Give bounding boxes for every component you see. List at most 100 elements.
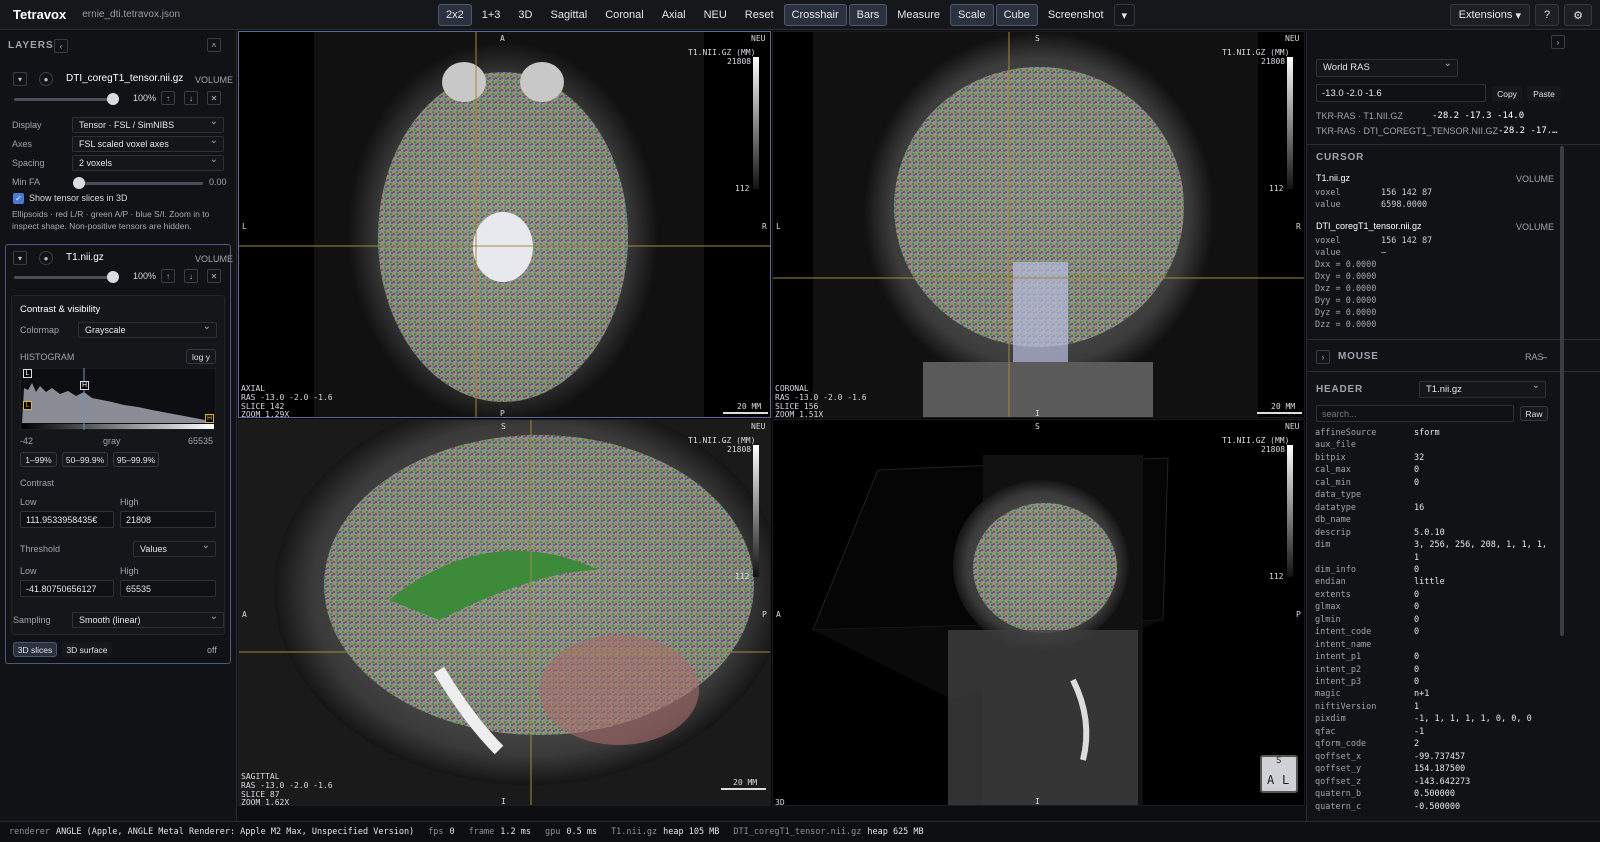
3d-render <box>812 455 1169 805</box>
tensor-dxy: Dxy = 0.0000 <box>1315 272 1377 282</box>
checkbox-icon[interactable]: ✓ <box>13 193 24 204</box>
scale-bar <box>721 788 766 790</box>
paste-button[interactable]: Paste <box>1527 86 1561 101</box>
cursor-layer-2: DTI_coregT1_tensor.nii.gz <box>1316 221 1422 231</box>
spacing-select[interactable]: 2 voxels <box>72 154 224 171</box>
low-handle[interactable]: L <box>23 369 32 378</box>
log-y-toggle[interactable]: log y <box>186 349 216 364</box>
header-key: niftiVersion <box>1315 701 1377 712</box>
slider-knob[interactable] <box>73 177 85 189</box>
reset-button[interactable]: Reset <box>737 4 782 26</box>
chevron-up-icon[interactable]: ˄ <box>207 38 221 52</box>
crosshair-toggle[interactable]: Crosshair <box>783 4 847 26</box>
threshold-low-handle[interactable]: L <box>23 401 32 410</box>
coronal-button[interactable]: Coronal <box>597 4 652 26</box>
bars-toggle[interactable]: Bars <box>848 4 888 26</box>
axial-button[interactable]: Axial <box>654 4 694 26</box>
close-icon[interactable]: ✕ <box>207 91 221 105</box>
contrast-low-input[interactable]: 111.9533958435€ <box>20 511 114 528</box>
contrast-high-input[interactable]: 21808 <box>120 511 216 528</box>
colormap-select[interactable]: Grayscale <box>78 321 217 338</box>
gear-icon[interactable]: ⚙ <box>1564 4 1592 26</box>
layout-1plus3-button[interactable]: 1+3 <box>474 4 509 26</box>
header-value: n+1 <box>1414 689 1430 700</box>
chevron-down-icon[interactable]: ▾ <box>1113 4 1136 26</box>
header-key: affineSource <box>1315 428 1377 438</box>
extensions-menu[interactable]: Extensions ▾ <box>1449 4 1530 26</box>
frame-value: 1.2 ms <box>500 827 531 837</box>
scale-toggle[interactable]: Scale <box>950 4 994 26</box>
slider-knob[interactable] <box>107 271 119 283</box>
collapse-right-icon[interactable]: › <box>1551 35 1565 49</box>
scrollbar[interactable] <box>1560 146 1564 636</box>
raw-toggle[interactable]: Raw <box>1520 406 1548 421</box>
voxel-value: 156 142 87 <box>1381 188 1433 198</box>
threshold-high-handle[interactable]: H <box>205 414 214 423</box>
scale-bar-label: 20 MM <box>737 402 762 411</box>
expand-mouse-icon[interactable]: › <box>1316 350 1330 364</box>
visibility-icon[interactable]: ● <box>39 251 53 265</box>
move-up-icon[interactable]: ↑ <box>161 91 175 105</box>
neu-button[interactable]: NEU <box>696 4 735 26</box>
display-select[interactable]: Tensor · FSL / SimNIBS <box>72 116 224 133</box>
header-value: 0 <box>1414 677 1420 687</box>
minfa-slider[interactable] <box>73 177 203 189</box>
expand-layer-icon[interactable]: ▾ <box>13 72 27 86</box>
sampling-label: Sampling <box>13 615 51 625</box>
frame-label: frame <box>468 827 495 837</box>
orient-bottom: I <box>1035 797 1040 806</box>
orientation-cube-icon[interactable]: S A L <box>1260 755 1298 793</box>
orient-top: S <box>1035 422 1040 431</box>
screenshot-button[interactable]: Screenshot <box>1040 4 1112 26</box>
move-down-icon[interactable]: ↓ <box>184 269 198 283</box>
layout-3d-button[interactable]: 3D <box>510 4 540 26</box>
sampling-select[interactable]: Smooth (linear) <box>72 611 224 628</box>
visibility-icon[interactable]: ● <box>39 72 53 86</box>
divider <box>1307 144 1600 145</box>
coronal-image <box>773 32 1304 417</box>
expand-layer-icon[interactable]: ▾ <box>13 251 27 265</box>
move-down-icon[interactable]: ↓ <box>184 91 198 105</box>
header-value: 32 <box>1414 452 1425 463</box>
axial-view[interactable]: A P L R NEU T1.NII.GZ (MM) 21808 112 AXI… <box>238 31 771 418</box>
3d-view[interactable]: S I A P NEU T1.NII.GZ (MM) 21808 112 3D … <box>772 419 1305 806</box>
opacity-slider[interactable] <box>14 271 119 283</box>
mid-handle[interactable]: H <box>80 381 89 390</box>
header-file-select[interactable]: T1.nii.gz <box>1419 380 1546 398</box>
hist-colormap: gray <box>103 436 121 446</box>
colormap-label: Colormap <box>20 325 60 335</box>
layer-type: VOLUME <box>195 254 234 264</box>
move-up-icon[interactable]: ↑ <box>161 269 175 283</box>
threshold-low-input[interactable]: -41.80750656127 <box>20 580 114 597</box>
sagittal-button[interactable]: Sagittal <box>542 4 595 26</box>
file-name: ernie_dti.tetravox.json <box>82 9 181 20</box>
copy-button[interactable]: Copy <box>1492 86 1522 101</box>
histogram-plot[interactable] <box>20 368 216 430</box>
sagittal-view[interactable]: S I A P NEU T1.NII.GZ (MM) 21808 112 SAG… <box>238 419 771 806</box>
coronal-view[interactable]: S I L R NEU T1.NII.GZ (MM) 21808 112 COR… <box>772 31 1305 418</box>
header-search-input[interactable]: search... <box>1316 405 1514 422</box>
help-button[interactable]: ? <box>1535 4 1560 26</box>
slider-knob[interactable] <box>107 93 119 105</box>
preset-95-999[interactable]: 95–99.9% <box>113 452 159 467</box>
3d-slices-toggle[interactable]: 3D slices <box>13 642 57 657</box>
measure-button[interactable]: Measure <box>889 4 948 26</box>
fps-label: fps <box>428 827 444 837</box>
preset-1-99[interactable]: 1–99% <box>20 452 57 467</box>
axes-select[interactable]: FSL scaled voxel axes <box>72 135 224 152</box>
opacity-slider[interactable] <box>14 93 119 105</box>
heap1-file: T1.nii.gz <box>611 827 658 837</box>
threshold-mode-select[interactable]: Values <box>133 540 216 557</box>
header-key: cal_max <box>1315 465 1351 476</box>
3d-surface-toggle[interactable]: 3D surface <box>62 642 112 657</box>
close-icon[interactable]: ✕ <box>207 269 221 283</box>
layout-2x2-button[interactable]: 2x2 <box>438 4 472 26</box>
coord-system-select[interactable]: World RAS <box>1316 58 1458 77</box>
coord-input[interactable]: -13.0 -2.0 -1.6 <box>1316 84 1486 102</box>
collapse-left-icon[interactable]: ‹ <box>54 39 68 53</box>
header-key: cal_min <box>1315 477 1351 488</box>
cube-toggle[interactable]: Cube <box>995 4 1038 26</box>
preset-50-999[interactable]: 50–99.9% <box>62 452 108 467</box>
threshold-high-input[interactable]: 65535 <box>120 580 216 597</box>
header-value: 0 <box>1414 564 1420 575</box>
